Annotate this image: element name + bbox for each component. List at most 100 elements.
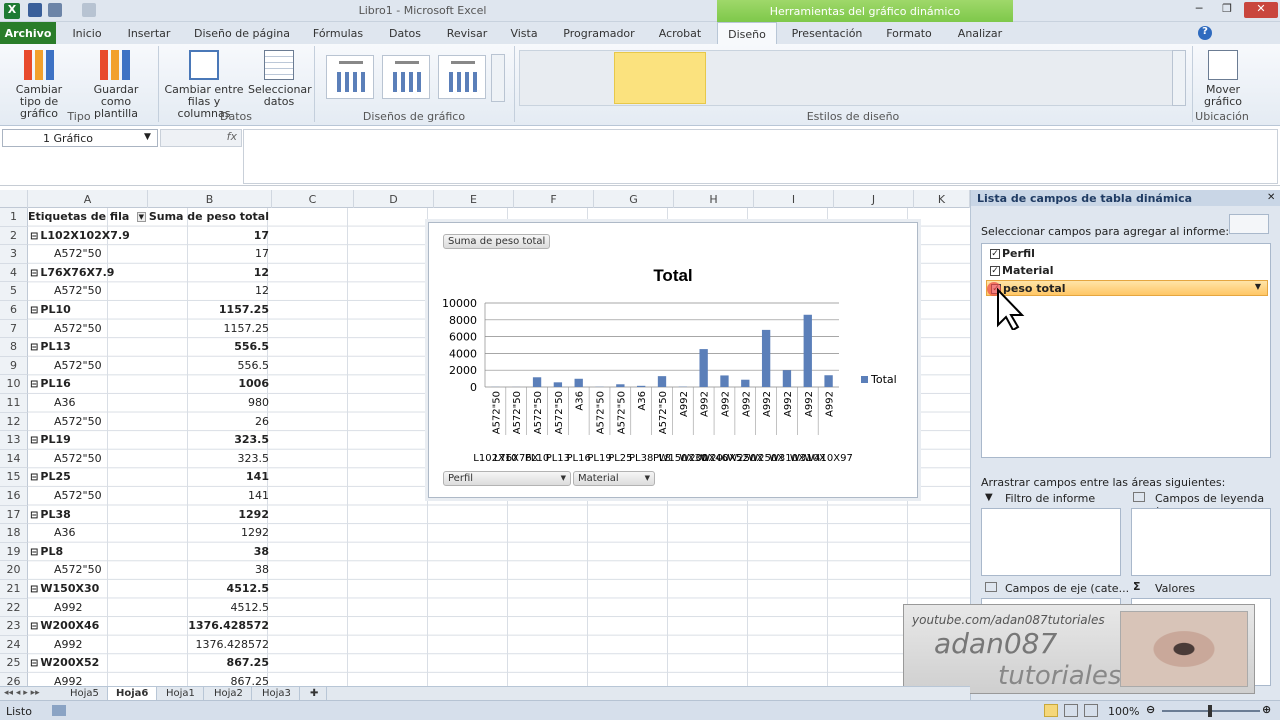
row-header[interactable]: 22	[0, 598, 28, 618]
row-header[interactable]: 18	[0, 524, 28, 543]
pivot-item-cell[interactable]: A572"50	[28, 487, 148, 506]
row-header[interactable]: 7	[0, 319, 28, 339]
row-header[interactable]: 17	[0, 505, 28, 525]
tab-revisar[interactable]: Revisar	[442, 22, 492, 44]
tab-programador[interactable]: Programador	[558, 22, 640, 44]
column-header[interactable]: F	[514, 190, 594, 208]
collapse-icon[interactable]: ⊟	[30, 621, 38, 632]
sheet-tab-active[interactable]: Hoja6	[108, 687, 158, 701]
value-cell[interactable]: 141	[148, 468, 271, 487]
tab-insertar[interactable]: Insertar	[122, 22, 176, 44]
row-header[interactable]: 12	[0, 412, 28, 432]
collapse-icon[interactable]: ⊟	[30, 231, 38, 242]
value-cell[interactable]: 980	[148, 394, 271, 413]
pivot-item-cell[interactable]: A572"50	[28, 245, 148, 264]
collapse-icon[interactable]: ⊟	[30, 547, 38, 558]
pivot-group-cell[interactable]: ⊟ W200X52	[28, 654, 148, 673]
collapse-icon[interactable]: ⊟	[30, 342, 38, 353]
field-perfil[interactable]: ✓ Perfil	[986, 246, 1268, 262]
pivot-item-cell[interactable]: A992	[28, 636, 148, 655]
normal-view-icon[interactable]	[1044, 704, 1058, 717]
row-header[interactable]: 4	[0, 263, 28, 283]
pivot-item-cell[interactable]: A572"50	[28, 282, 148, 301]
row-header[interactable]: 5	[0, 282, 28, 301]
value-field-button[interactable]: Suma de peso total	[443, 234, 551, 249]
styles-scroll[interactable]	[1172, 50, 1186, 106]
pane-close-icon[interactable]: ✕	[1267, 192, 1275, 203]
filter-dropdown-icon[interactable]: ▼	[136, 212, 146, 222]
formula-input[interactable]	[243, 129, 1278, 184]
row-header[interactable]: 26	[0, 673, 28, 686]
collapse-icon[interactable]: ⊟	[30, 658, 38, 669]
name-box[interactable]: 1 Gráfico	[2, 129, 158, 147]
column-header[interactable]: J	[834, 190, 914, 208]
row-header[interactable]: 13	[0, 431, 28, 450]
field-peso-total[interactable]: ✓peso total▼	[986, 280, 1268, 296]
value-cell[interactable]: 17	[148, 227, 271, 246]
collapse-icon[interactable]: ⊟	[30, 584, 38, 595]
move-chart-button[interactable]: Mover gráfico	[1196, 48, 1250, 108]
value-cell[interactable]: 1292	[148, 524, 271, 543]
collapse-icon[interactable]: ⊟	[30, 510, 38, 521]
chart-layout-2[interactable]	[382, 55, 430, 99]
tab-datos[interactable]: Datos	[382, 22, 428, 44]
value-cell[interactable]: 867.25	[148, 673, 271, 686]
row-header[interactable]: 14	[0, 449, 28, 469]
change-chart-type-button[interactable]: Cambiar tipo de gráfico	[4, 48, 74, 120]
pivot-group-cell[interactable]: ⊟ PL13	[28, 338, 148, 357]
row-header[interactable]: 21	[0, 580, 28, 599]
pivot-item-cell[interactable]: A572"50	[28, 450, 148, 469]
pivot-item-cell[interactable]: A36	[28, 524, 148, 543]
select-all-corner[interactable]	[0, 190, 28, 208]
sheet-tab[interactable]: Hoja2	[206, 687, 252, 701]
tab-presentacion[interactable]: Presentación	[788, 22, 866, 44]
row-header[interactable]: 10	[0, 375, 28, 394]
chart-layout-1[interactable]	[326, 55, 374, 99]
value-cell[interactable]: 38	[148, 561, 271, 580]
row-header[interactable]: 6	[0, 301, 28, 320]
value-cell[interactable]: 1376.428572	[148, 636, 271, 655]
value-cell[interactable]: 1157.25	[148, 320, 271, 339]
chart-style-selected[interactable]	[614, 52, 706, 104]
tab-analizar[interactable]: Analizar	[952, 22, 1008, 44]
row-header[interactable]: 25	[0, 654, 28, 673]
pivot-header-cell[interactable]: Etiquetas de fila ▼	[28, 208, 148, 227]
chart-layout-3[interactable]	[438, 55, 486, 99]
value-cell[interactable]: 12	[148, 282, 271, 301]
pivot-item-cell[interactable]: A992	[28, 673, 148, 686]
select-data-button[interactable]: Seleccionar datos	[248, 48, 312, 108]
value-cell[interactable]: 17	[148, 245, 271, 264]
checkbox-checked-icon[interactable]: ✓	[990, 266, 1000, 276]
value-cell[interactable]: 4512.5	[148, 580, 271, 599]
perfil-axis-button[interactable]: Perfil ▼	[443, 471, 571, 486]
legend-fields-area[interactable]	[1131, 508, 1271, 576]
value-cell[interactable]: 556.5	[148, 357, 271, 376]
value-cell[interactable]: 1376.428572	[148, 617, 271, 636]
value-cell[interactable]: 12	[148, 264, 271, 283]
zoom-thumb[interactable]	[1208, 705, 1212, 717]
column-header[interactable]: A	[28, 190, 148, 208]
column-header[interactable]: C	[272, 190, 354, 208]
page-break-icon[interactable]	[1084, 704, 1098, 717]
column-header[interactable]: E	[434, 190, 514, 208]
tab-vista[interactable]: Vista	[504, 22, 544, 44]
zoom-in-icon[interactable]: ⊕	[1262, 703, 1271, 716]
row-header[interactable]: 9	[0, 356, 28, 376]
value-cell[interactable]: 141	[148, 487, 271, 506]
save-template-button[interactable]: Guardar como plantilla	[78, 48, 154, 120]
tab-diseno-pagina[interactable]: Diseño de página	[190, 22, 294, 44]
row-header[interactable]: 2	[0, 226, 28, 246]
row-header[interactable]: 11	[0, 394, 28, 413]
sheet-tab[interactable]: Hoja3	[254, 687, 300, 701]
pivot-group-cell[interactable]: ⊟ PL16	[28, 375, 148, 394]
chevron-down-icon[interactable]: ▼	[1255, 282, 1261, 291]
fx-icon[interactable]: fx	[160, 129, 242, 147]
pivot-chart[interactable]: Suma de peso total Total 0 2000 4000 6000 800…	[428, 222, 918, 498]
collapse-icon[interactable]: ⊟	[30, 379, 38, 390]
tab-archivo[interactable]: Archivo	[0, 22, 56, 44]
pivot-item-cell[interactable]: A572"50	[28, 320, 148, 339]
collapse-icon[interactable]: ⊟	[30, 472, 38, 483]
row-header[interactable]: 3	[0, 245, 28, 264]
value-cell[interactable]: 867.25	[148, 654, 271, 673]
row-header[interactable]: 8	[0, 338, 28, 357]
